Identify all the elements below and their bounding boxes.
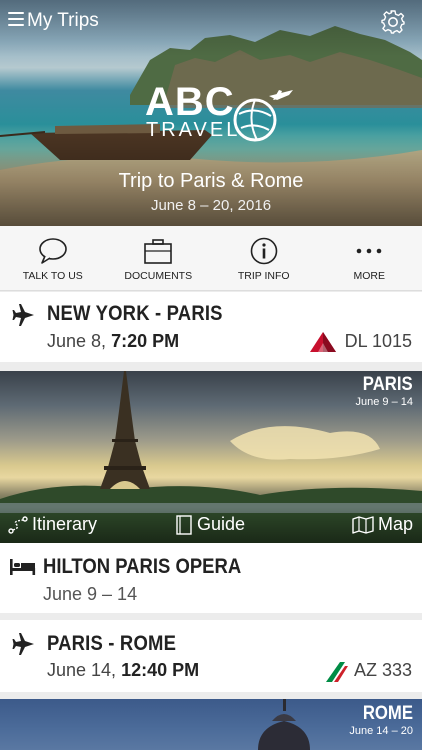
city-name: PARIS	[363, 374, 413, 395]
city-date-range: June 14 – 20	[349, 725, 413, 737]
flight-number: AZ 333	[353, 660, 412, 680]
alitalia-logo-icon	[326, 662, 348, 682]
airplane-icon	[12, 633, 34, 655]
documents-button[interactable]: DOCUMENTS	[106, 226, 212, 290]
trip-dates: June 8 – 20, 2016	[150, 197, 272, 214]
flight-route: PARIS - ROME	[47, 632, 177, 655]
flight-time: 7:20 PM	[111, 331, 180, 351]
talk-to-us-label: TALK TO US	[22, 270, 83, 282]
logo-travel-text: TRAVEL	[146, 119, 241, 141]
flight-date: June 14,	[47, 660, 117, 680]
more-button[interactable]: MORE	[317, 226, 422, 290]
gear-icon[interactable]	[380, 9, 406, 35]
itinerary-link[interactable]: Itinerary	[8, 514, 97, 535]
top-bar: My Trips	[0, 0, 422, 44]
flight-number: DL 1015	[344, 331, 412, 351]
city-banner-rome[interactable]: ROME June 14 – 20	[0, 699, 422, 750]
flight-datetime: June 14, 12:40 PM	[47, 660, 199, 681]
flight-datetime: June 8, 7:20 PM	[47, 331, 179, 352]
info-icon	[250, 237, 278, 265]
flight-card-paris-rome[interactable]: PARIS - ROME June 14, 12:40 PM AZ 333	[0, 620, 422, 692]
action-bar: TALK TO US DOCUMENTS TRIP INFO MORE	[0, 226, 422, 291]
city-links: Itinerary Guide Map	[0, 507, 422, 543]
flight-time: 12:40 PM	[121, 660, 200, 680]
hotel-card[interactable]: HILTON PARIS OPERA June 9 – 14	[0, 543, 422, 613]
guide-label: Guide	[197, 514, 246, 534]
book-icon	[176, 514, 192, 535]
airplane-icon	[12, 304, 34, 326]
flight-route: NEW YORK - PARIS	[47, 302, 223, 325]
more-label: MORE	[353, 270, 386, 282]
trip-info-button[interactable]: TRIP INFO	[211, 226, 317, 290]
trip-hero[interactable]: My Trips ABC TRAVEL Trip to Paris & Rome…	[0, 0, 422, 226]
talk-to-us-button[interactable]: TALK TO US	[0, 226, 106, 290]
abc-travel-logo: ABC TRAVEL	[145, 80, 295, 144]
more-dots-icon	[356, 248, 382, 254]
map-link[interactable]: Map	[352, 514, 413, 535]
map-label: Map	[378, 514, 414, 534]
chat-bubble-icon	[38, 238, 67, 264]
trip-info-label: TRIP INFO	[237, 270, 290, 282]
flight-date: June 8,	[47, 331, 107, 351]
city-date-range: June 9 – 14	[355, 396, 414, 408]
page-title[interactable]: My Trips	[27, 10, 99, 32]
guide-link[interactable]: Guide	[175, 514, 245, 535]
trip-title: Trip to Paris & Rome	[118, 170, 304, 192]
map-icon	[352, 515, 374, 534]
flight-card-ny-paris[interactable]: NEW YORK - PARIS June 8, 7:20 PM DL 1015	[0, 292, 422, 362]
globe-plane-icon	[233, 90, 293, 142]
hotel-dates: June 9 – 14	[43, 584, 138, 604]
delta-logo-icon	[310, 332, 336, 352]
bed-icon	[10, 559, 36, 575]
documents-label: DOCUMENTS	[124, 270, 193, 282]
hotel-name: HILTON PARIS OPERA	[43, 555, 242, 578]
city-banner-paris[interactable]: PARIS June 9 – 14 Itinerary Guide Map	[0, 371, 422, 543]
hamburger-menu-icon[interactable]	[8, 12, 24, 26]
briefcase-icon	[144, 239, 173, 264]
route-icon	[8, 515, 28, 534]
city-name: ROME	[362, 703, 413, 724]
itinerary-label: Itinerary	[32, 514, 98, 534]
